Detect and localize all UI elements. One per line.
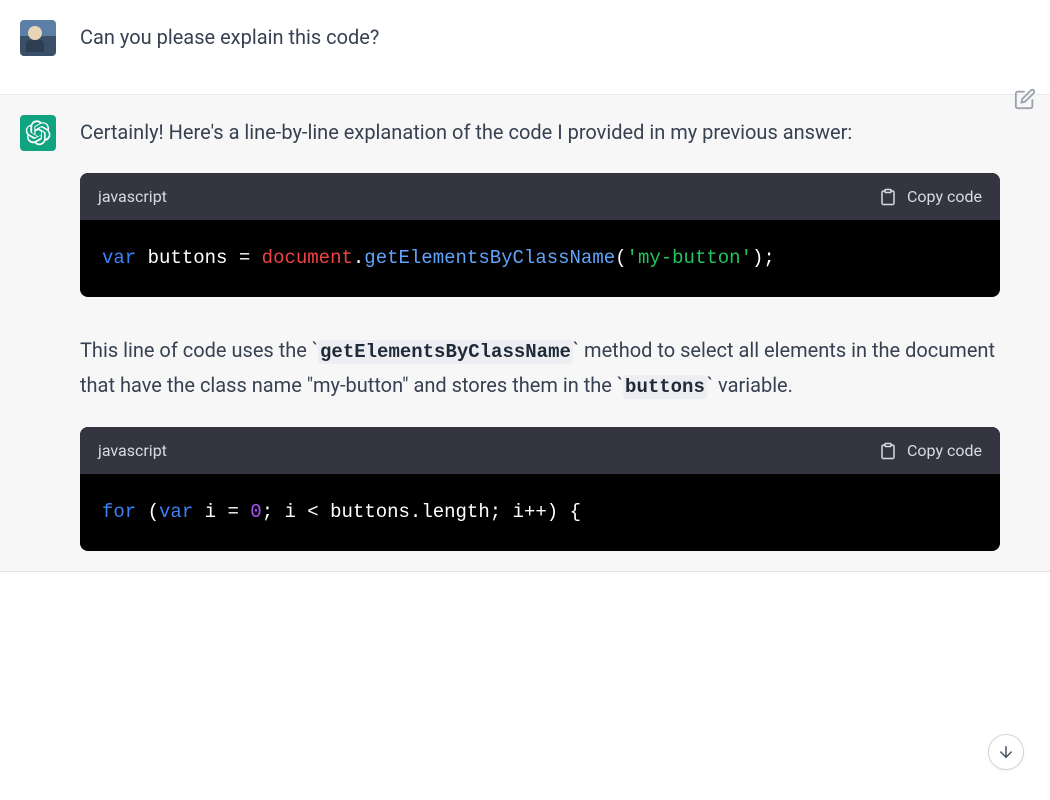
user-message-text: Can you please explain this code? <box>80 20 1000 54</box>
explanation-text: This line of code uses the <box>80 338 312 362</box>
assistant-message-row: Certainly! Here's a line-by-line explana… <box>0 95 1050 572</box>
copy-code-button[interactable]: Copy code <box>879 437 982 464</box>
clipboard-icon <box>879 442 897 460</box>
clipboard-icon <box>879 188 897 206</box>
code-token: 'my-button' <box>627 247 752 269</box>
assistant-message-content: Certainly! Here's a line-by-line explana… <box>80 115 1030 551</box>
assistant-intro-text: Certainly! Here's a line-by-line explana… <box>80 115 1000 149</box>
code-token: ( <box>615 247 626 269</box>
code-token: var <box>102 247 136 269</box>
code-language-label: javascript <box>98 437 167 464</box>
scroll-down-button[interactable] <box>988 734 1024 770</box>
code-token: i <box>205 501 216 523</box>
code-token: ( <box>148 501 159 523</box>
code-body[interactable]: for (var i = 0; i < buttons.length; i++)… <box>80 474 1000 551</box>
code-token: i++) <box>513 501 559 523</box>
inline-code: getElementsByClassName <box>318 340 573 364</box>
copy-code-label: Copy code <box>907 183 982 210</box>
assistant-avatar <box>20 115 56 151</box>
code-block-2: javascript Copy code for (var i = 0; i <… <box>80 427 1000 551</box>
code-token: ; <box>262 501 273 523</box>
code-token: ) <box>752 247 763 269</box>
arrow-down-icon <box>997 743 1015 761</box>
code-token: getElementsByClassName <box>364 247 615 269</box>
code-token: = <box>227 501 238 523</box>
explanation-text: variable. <box>713 373 793 397</box>
explanation-paragraph: This line of code uses the `getElementsB… <box>80 333 1000 404</box>
code-token: var <box>159 501 193 523</box>
code-token: document <box>262 247 353 269</box>
code-header: javascript Copy code <box>80 427 1000 474</box>
inline-code: buttons <box>623 375 707 399</box>
code-header: javascript Copy code <box>80 173 1000 220</box>
user-message-content: Can you please explain this code? <box>80 20 1030 74</box>
edit-icon <box>1014 88 1036 110</box>
copy-code-button[interactable]: Copy code <box>879 183 982 210</box>
code-token: for <box>102 501 136 523</box>
code-token: = <box>239 247 250 269</box>
code-block-1: javascript Copy code var buttons = docum… <box>80 173 1000 297</box>
code-token: { <box>570 501 581 523</box>
code-token: ; <box>763 247 774 269</box>
code-token: buttons <box>148 247 228 269</box>
user-message-row: Can you please explain this code? <box>0 0 1050 95</box>
copy-code-label: Copy code <box>907 437 982 464</box>
code-language-label: javascript <box>98 183 167 210</box>
openai-logo-icon <box>25 120 51 146</box>
code-token: 0 <box>250 501 261 523</box>
code-token: . <box>353 247 364 269</box>
code-token: i < buttons.length; <box>285 501 502 523</box>
user-avatar <box>20 20 56 56</box>
code-body[interactable]: var buttons = document.getElementsByClas… <box>80 220 1000 297</box>
